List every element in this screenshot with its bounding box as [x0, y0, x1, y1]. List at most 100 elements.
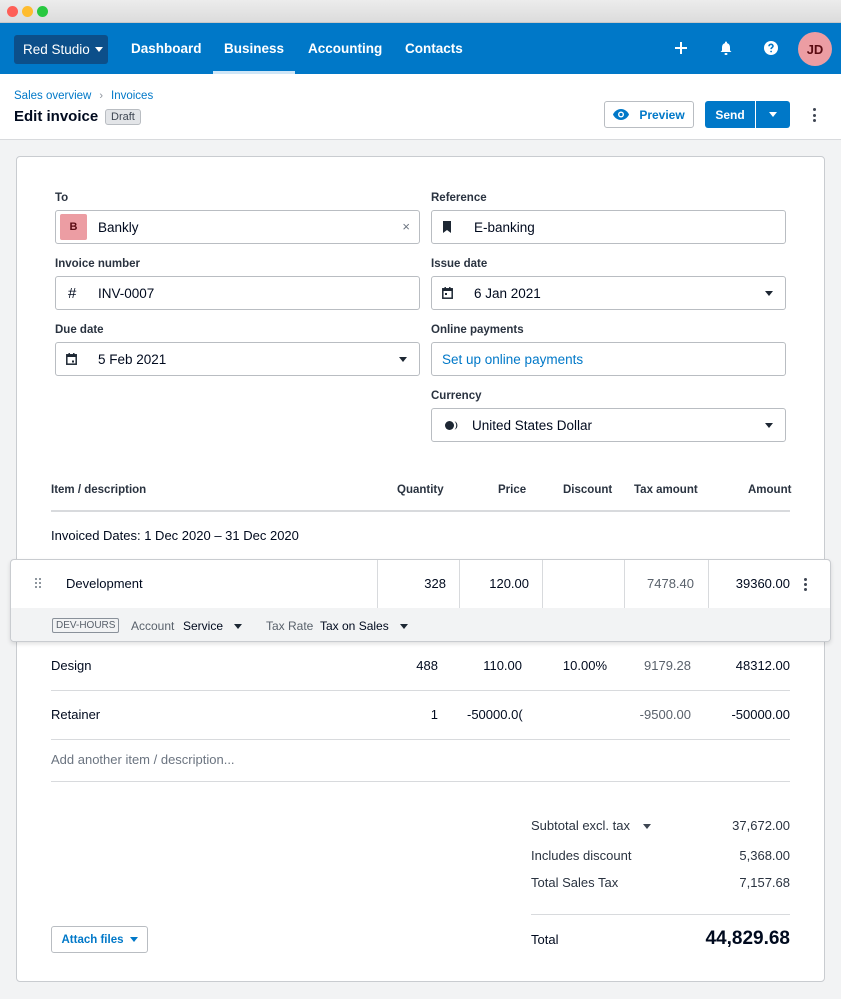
- contact-avatar: B: [60, 214, 87, 240]
- due-date-picker[interactable]: 5 Feb 2021: [55, 342, 420, 376]
- chevron-right-icon: ›: [99, 90, 104, 102]
- account-label: Account: [131, 619, 175, 633]
- item-price: 110.00: [483, 658, 522, 673]
- hash-icon: #: [68, 284, 77, 302]
- more-options-button[interactable]: [806, 106, 822, 124]
- bell-icon[interactable]: [714, 36, 738, 60]
- to-field[interactable]: B Bankly ×: [55, 210, 420, 244]
- item-description: Retainer: [51, 707, 101, 722]
- window-close-button[interactable]: [7, 6, 18, 17]
- add-item-input[interactable]: Add another item / description...: [51, 752, 235, 767]
- row-options-icon[interactable]: [803, 578, 807, 591]
- divider: [51, 510, 790, 512]
- item-description-input[interactable]: Development: [66, 576, 143, 591]
- attach-files-button[interactable]: Attach files: [51, 926, 148, 953]
- line-item-row-editing: Development 328 120.00 7478.40 39360.00 …: [10, 559, 831, 642]
- page-header: Sales overview › Invoices Edit invoice D…: [0, 74, 841, 140]
- item-tax: -9500.00: [639, 707, 691, 722]
- user-avatar[interactable]: JD: [798, 32, 832, 66]
- issue-date-picker[interactable]: 6 Jan 2021: [431, 276, 786, 310]
- preview-button[interactable]: Preview: [604, 101, 694, 128]
- to-label: To: [55, 192, 69, 204]
- chevron-down-icon: [765, 423, 773, 428]
- tax-amount-input[interactable]: 7478.40: [624, 576, 694, 591]
- invoice-number-label: Invoice number: [55, 258, 140, 270]
- reference-value: E-banking: [474, 219, 535, 235]
- window-minimize-button[interactable]: [22, 6, 33, 17]
- page-title: Edit invoice: [14, 108, 99, 125]
- drag-handle-icon[interactable]: [35, 578, 41, 588]
- help-icon[interactable]: [759, 36, 783, 60]
- nav-accounting[interactable]: Accounting: [308, 23, 382, 74]
- chevron-down-icon: [94, 47, 103, 52]
- column-header-tax: Tax amount: [634, 484, 698, 496]
- invoiced-dates-note: Invoiced Dates: 1 Dec 2020 – 31 Dec 2020: [51, 528, 299, 543]
- item-quantity: 1: [430, 707, 438, 722]
- currency-select[interactable]: United States Dollar: [431, 408, 786, 442]
- column-header-discount: Discount: [563, 484, 613, 496]
- divider: [51, 781, 790, 782]
- calendar-icon: [66, 343, 77, 375]
- subtotal-value: 37,672.00: [732, 818, 790, 833]
- nav-dashboard[interactable]: Dashboard: [131, 23, 202, 74]
- amount-input[interactable]: 39360.00: [708, 576, 790, 591]
- nav-contacts[interactable]: Contacts: [405, 23, 463, 74]
- tax-rate-select[interactable]: Tax on Sales: [320, 619, 409, 633]
- send-button[interactable]: Send: [705, 101, 755, 128]
- nav-business[interactable]: Business: [213, 23, 295, 74]
- total-value: 44,829.68: [705, 928, 790, 949]
- due-date-value: 5 Feb 2021: [98, 351, 167, 367]
- setup-online-payments-link[interactable]: Set up online payments: [442, 352, 583, 367]
- close-icon[interactable]: ×: [402, 219, 410, 234]
- breadcrumb-sales-overview[interactable]: Sales overview: [14, 90, 91, 102]
- total-label: Total: [531, 932, 559, 947]
- item-amount: 48312.00: [735, 658, 790, 673]
- top-nav: Red Studio Dashboard Business Accounting…: [0, 23, 841, 74]
- item-code-tag: DEV-HOURS: [52, 618, 120, 633]
- preview-label: Preview: [639, 107, 685, 122]
- discount-label: Includes discount: [531, 848, 632, 863]
- item-amount: -50000.00: [731, 707, 790, 722]
- status-badge: Draft: [105, 109, 141, 125]
- chevron-down-icon: [765, 291, 773, 296]
- breadcrumb-invoices[interactable]: Invoices: [111, 90, 153, 102]
- item-description: Design: [51, 658, 92, 673]
- line-item-details: DEV-HOURS Account Service Tax Rate Tax o…: [11, 608, 830, 641]
- column-header-amount: Amount: [748, 484, 792, 496]
- bookmark-icon: [442, 211, 452, 243]
- issue-date-label: Issue date: [431, 258, 488, 270]
- sales-tax-label: Total Sales Tax: [531, 875, 619, 890]
- item-tax: 9179.28: [644, 658, 691, 673]
- window-zoom-button[interactable]: [37, 6, 48, 17]
- send-options-button[interactable]: [756, 101, 790, 128]
- attach-files-label: Attach files: [61, 933, 124, 946]
- issue-date-value: 6 Jan 2021: [474, 285, 541, 301]
- due-date-label: Due date: [55, 324, 104, 336]
- price-input[interactable]: 120.00: [459, 576, 529, 591]
- org-switcher[interactable]: Red Studio: [14, 35, 108, 64]
- item-quantity: 488: [416, 658, 438, 673]
- invoice-number-value: INV-0007: [98, 285, 155, 301]
- online-payments-label: Online payments: [431, 324, 524, 336]
- item-discount: 10.00%: [562, 658, 607, 673]
- item-price: -50000.0(: [467, 707, 523, 722]
- divider: [51, 739, 790, 740]
- currency-value: United States Dollar: [472, 417, 593, 433]
- subtotal-toggle[interactable]: Subtotal excl. tax: [531, 818, 651, 833]
- chevron-down-icon: [399, 357, 407, 362]
- invoice-number-input[interactable]: # INV-0007: [55, 276, 420, 310]
- plus-icon[interactable]: [669, 36, 693, 60]
- reference-label: Reference: [431, 192, 487, 204]
- tax-rate-label: Tax Rate: [266, 619, 314, 633]
- org-name: Red Studio: [23, 42, 90, 57]
- chevron-down-icon: [129, 937, 138, 942]
- reference-input[interactable]: E-banking: [431, 210, 786, 244]
- currency-label: Currency: [431, 390, 482, 402]
- breadcrumb: Sales overview › Invoices: [14, 90, 153, 102]
- online-payments-field: Set up online payments: [431, 342, 786, 376]
- account-select[interactable]: Service: [183, 619, 243, 633]
- divider: [51, 690, 790, 691]
- window-titlebar: [0, 0, 841, 23]
- chevron-down-icon: [234, 624, 243, 630]
- quantity-input[interactable]: 328: [377, 576, 446, 591]
